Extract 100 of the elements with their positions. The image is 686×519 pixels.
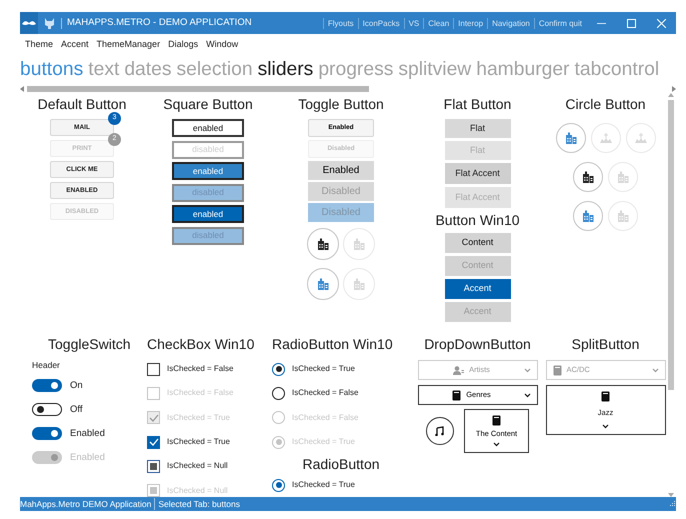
title-command[interactable]: Clean xyxy=(423,18,454,28)
vertical-scrollbar[interactable] xyxy=(666,93,676,497)
chevron-icon xyxy=(493,442,500,447)
music-dropdown-button[interactable] xyxy=(426,417,454,445)
radio-label: IsChecked = True xyxy=(292,479,355,492)
tab[interactable]: dates xyxy=(124,56,172,84)
book-icon xyxy=(452,390,462,400)
tab[interactable]: selection xyxy=(176,56,253,84)
right-arrow-icon xyxy=(672,86,676,92)
switch-label: Off xyxy=(70,402,82,417)
window-title: MAHAPPS.METRO - DEMO APPLICATION xyxy=(67,16,252,30)
checkbox[interactable] xyxy=(147,362,160,376)
checkbox[interactable] xyxy=(147,460,160,473)
section-title: Default Button xyxy=(38,95,126,113)
checkbox-label: IsChecked = True xyxy=(167,436,230,448)
square-button[interactable]: enabled xyxy=(172,119,244,137)
status-text: MahApps.Metro DEMO Application xyxy=(20,498,152,510)
switch-header: Header xyxy=(32,359,60,372)
radio-label: IsChecked = True xyxy=(292,363,355,376)
tab[interactable]: progress xyxy=(318,56,394,84)
building-icon xyxy=(564,132,576,144)
building-icon xyxy=(317,238,329,250)
person-icon xyxy=(453,366,464,374)
radio-button[interactable] xyxy=(272,478,285,492)
radio-button[interactable] xyxy=(272,386,285,400)
tab[interactable]: buttons xyxy=(20,56,84,84)
tab[interactable]: splitview xyxy=(398,56,472,84)
radio-label: IsChecked = False xyxy=(292,412,358,424)
menu-item[interactable]: Theme xyxy=(25,38,54,52)
close-icon xyxy=(656,18,666,28)
mustache-icon xyxy=(22,20,36,26)
title-command[interactable]: IconPacks xyxy=(358,18,404,28)
win10-button[interactable]: Accent xyxy=(444,279,510,299)
title-command[interactable]: VS xyxy=(404,18,424,28)
section-title: ToggleSwitch xyxy=(48,335,130,353)
chevron-icon xyxy=(524,392,531,398)
building-icon xyxy=(617,171,629,183)
circle-button[interactable] xyxy=(307,228,339,260)
radio-label: IsChecked = False xyxy=(292,387,358,400)
building-icon xyxy=(582,171,594,183)
toggle-switch[interactable] xyxy=(32,403,62,416)
switch-label: Enabled xyxy=(70,450,105,465)
up-arrow-icon xyxy=(668,93,674,97)
switch-label: Enabled xyxy=(70,426,105,441)
square-button[interactable]: enabled xyxy=(172,162,244,180)
monument-icon xyxy=(600,133,612,143)
toggle-button[interactable]: Enabled xyxy=(308,161,374,180)
status-text: Selected Tab: buttons xyxy=(154,498,240,510)
title-command[interactable]: Interop xyxy=(453,18,488,28)
tab[interactable]: tabcontrol xyxy=(574,56,660,84)
menu-item[interactable]: Window xyxy=(206,38,238,52)
maximize-icon xyxy=(626,18,636,28)
radio-button[interactable] xyxy=(272,362,285,376)
section-title: Square Button xyxy=(163,95,253,113)
section-title: DropDownButton xyxy=(424,335,531,353)
menu-item[interactable]: ThemeManager xyxy=(96,38,160,52)
circle-button[interactable] xyxy=(573,162,603,192)
down-arrow-icon xyxy=(668,493,674,497)
tab[interactable]: hamburger xyxy=(476,56,570,84)
checkbox-label: IsChecked = False xyxy=(167,387,234,400)
toggle-switch[interactable] xyxy=(32,427,62,440)
section-title: Toggle Button xyxy=(298,95,384,113)
flat-button[interactable]: Flat Accent xyxy=(444,163,510,184)
building-icon xyxy=(353,238,365,250)
section-title: CheckBox Win10 xyxy=(147,335,254,353)
win10-button[interactable]: Content xyxy=(444,233,510,253)
section-title: SplitButton xyxy=(572,335,640,353)
radio-label: IsChecked = True xyxy=(292,436,355,448)
checkbox[interactable] xyxy=(147,436,160,449)
building-icon xyxy=(582,210,594,222)
building-icon xyxy=(617,210,629,222)
building-icon xyxy=(317,278,329,290)
section-title: Circle Button xyxy=(565,95,646,113)
title-command[interactable]: Flyouts xyxy=(322,18,358,28)
building-icon xyxy=(353,278,365,290)
left-arrow-icon xyxy=(20,86,24,92)
tab[interactable]: sliders xyxy=(258,56,314,84)
chevron-icon xyxy=(602,424,609,429)
book-icon xyxy=(492,415,501,426)
section-title: Flat Button xyxy=(444,95,512,113)
book-icon xyxy=(601,391,610,402)
title-command[interactable]: Navigation xyxy=(487,18,534,28)
flat-button[interactable]: Flat xyxy=(444,119,510,138)
cat-icon xyxy=(44,17,55,29)
square-button[interactable]: enabled xyxy=(172,205,244,223)
menu-item[interactable]: Dialogs xyxy=(168,38,198,52)
toggle-switch[interactable] xyxy=(32,379,62,392)
tab[interactable]: text xyxy=(88,56,120,84)
title-command[interactable]: Confirm quit xyxy=(534,18,586,28)
music-note-icon xyxy=(435,426,445,436)
checkbox-label: IsChecked = True xyxy=(167,412,230,424)
chevron-icon xyxy=(652,368,658,372)
menu-item[interactable]: Accent xyxy=(61,38,89,52)
horizontal-scrollbar[interactable] xyxy=(20,84,676,93)
checkbox-label: IsChecked = Null xyxy=(167,460,228,472)
chevron-icon xyxy=(524,368,530,372)
section-title: RadioButton xyxy=(302,455,380,474)
section-title: RadioButton Win10 xyxy=(272,335,393,353)
switch-label: On xyxy=(70,378,83,393)
section-title: Button Win10 xyxy=(435,211,520,229)
